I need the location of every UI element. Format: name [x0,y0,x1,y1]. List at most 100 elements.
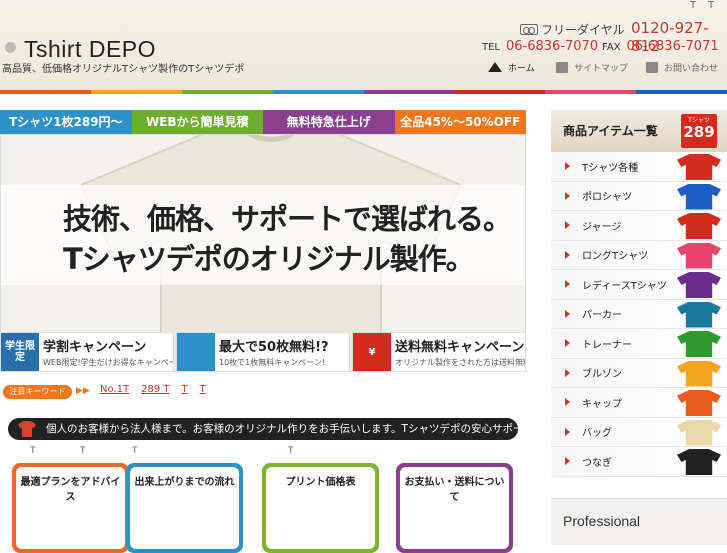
keyword-link[interactable]: No.1T [100,384,129,395]
sidebar-item[interactable]: レディースTシャツ [551,270,727,300]
site-logo[interactable]: Tshirt DEPO [24,36,156,63]
keyword-links: No.1T 289 T T T [100,384,206,395]
promo-title: 学割キャンペーン [43,340,147,355]
product-thumbnail-icon [677,154,721,180]
sitemap-icon [556,61,568,73]
support-card[interactable]: 最適プランをアドバイス [12,463,129,553]
site-tagline: 高品質、低価格オリジナルTシャツ製作のTシャツデポ [2,64,245,75]
sidebar-item[interactable]: Tシャツ各種 [551,152,727,182]
support-card-title: 出来上がりまでの流れ [134,477,235,488]
nav-contact-label: お問い合わせ [664,63,719,74]
banner-tab[interactable]: 全品45%〜50%OFF [394,110,526,134]
fax-info: FAX 06-6836-7071 [602,39,719,54]
top-mark: T [708,0,715,11]
banner-tab[interactable]: Tシャツ1枚289円〜 [0,110,132,134]
sidebar-item[interactable]: パーカー [551,299,727,329]
color-stripe [0,90,727,94]
support-card[interactable]: 出来上がりまでの流れ [126,463,243,553]
nav-home-label: ホーム [508,63,535,74]
sidebar-item[interactable]: トレーナー [551,329,727,359]
tel-number[interactable]: 06-6836-7070 [506,39,598,54]
keyword-button[interactable]: 注目キーワード [3,385,72,399]
keyword-link[interactable]: T [181,384,187,395]
nav-sitemap[interactable]: サイトマップ [556,59,628,75]
support-card-body: 最適プランをアドバイス [16,467,125,549]
keyword-link[interactable]: T [200,384,206,395]
sidebar-item[interactable]: バッグ [551,417,727,447]
nav-sitemap-label: サイトマップ [574,63,629,74]
stripe-segment [454,90,546,94]
sidebar-item[interactable]: ジャージ [551,211,727,241]
sidebar-item-label: レディースTシャツ [582,280,667,292]
promo-badge [177,333,215,371]
sidebar-item[interactable]: ポロシャツ [551,181,727,211]
mail-icon [646,61,658,73]
stripe-segment [272,90,364,94]
professional-section[interactable]: Professional [551,498,727,545]
stripe-segment [90,90,182,94]
site-header: T T Tshirt DEPO 高品質、低価格オリジナルTシャツ製作のTシャツデ… [0,0,727,92]
sidebar-heading-label: 商品アイテム一覧 [563,124,658,138]
nav-contact[interactable]: お問い合わせ [646,59,718,75]
support-bar-text: 個人のお客様から法人様まで。お客様のオリジナル作りをお手伝いします。Tシャツデポ… [46,423,534,435]
sidebar-item-label: ジャージ [582,221,622,233]
support-card-title: 最適プランをアドバイス [20,477,121,503]
small-mark: T [288,446,294,456]
banner-tab[interactable]: 無料特急仕上げ [263,110,395,134]
promo-title: 最大で50枚無料!? [219,340,329,355]
support-card-body: お支払い・送料について [400,467,509,549]
sidebar-item[interactable]: キャップ [551,388,727,418]
top-mark: T [690,0,697,11]
nav-home[interactable]: ホーム [488,59,535,75]
sidebar-item-label: ブルゾン [582,369,622,381]
small-mark: T [132,446,138,456]
product-thumbnail-icon [677,390,721,416]
banner-tab[interactable]: WEBから簡単見積 [131,110,263,134]
support-card[interactable]: お支払い・送料について [396,463,513,553]
sidebar-item-list: Tシャツ各種ポロシャツジャージロングTシャツレディースTシャツ パーカートレーナー… [551,152,727,477]
sidebar-item-label: トレーナー [582,339,632,351]
banner-tabs: Tシャツ1枚289円〜 WEBから簡単見積 無料特急仕上げ 全品45%〜50%OFF [0,110,526,134]
sidebar-item-label: つなぎ [582,457,612,469]
sidebar-item[interactable]: ロングTシャツ [551,240,727,270]
promo-card[interactable]: 学生限定 学割キャンペーン WEB限定!学生だけお得なキャンペーン! [0,332,174,372]
sidebar-item[interactable]: ブルゾン [551,358,727,388]
tel-label: TEL [482,42,500,53]
logo-icon [5,42,16,53]
keyword-link[interactable]: 289 T [141,384,169,395]
promo-row: 学生限定 学割キャンペーン WEB限定!学生だけお得なキャンペーン! 最大で50枚無料… [0,332,526,372]
fax-number: 06-6836-7071 [626,39,719,54]
support-card-title: プリント価格表 [285,477,356,488]
professional-label: Professional [563,513,641,529]
product-thumbnail-icon [677,449,721,475]
product-thumbnail-icon [677,183,721,210]
hero-subheadline: Tシャツデポのオリジナル製作。 [63,242,475,276]
sidebar-item[interactable]: つなぎ [551,447,727,477]
tel-info: TEL 06-6836-7070 [482,39,598,54]
freedial-icon [520,24,538,35]
stripe-segment [0,90,91,94]
stripe-segment [363,90,455,94]
product-thumbnail-icon [677,360,721,387]
product-thumbnail-icon [677,272,721,298]
promo-card[interactable]: ¥ 送料無料キャンペーン オリジナル製作をされた方は送料無料! [352,332,526,372]
promo-subtitle: 10枚で1枚無料キャンペーン! [219,358,326,367]
product-thumbnail-icon [677,213,721,239]
support-card-title: お支払い・送料について [404,477,505,503]
sidebar-item-label: パーカー [582,310,622,322]
product-thumbnail-icon [677,242,721,269]
stripe-segment [636,90,727,94]
support-card[interactable]: プリント価格表 [262,463,379,553]
product-thumbnail-icon [677,301,721,328]
keyword-arrow-icon: ▶▶ [76,386,90,396]
product-thumbnail-icon [677,331,721,357]
promo-card[interactable]: 最大で50枚無料!? 10枚で1枚無料キャンペーン! [176,332,350,372]
promo-subtitle: オリジナル製作をされた方は送料無料! [395,358,526,367]
sidebar-item-label: キャップ [582,398,622,410]
fax-label: FAX [602,42,621,53]
sidebar-item-label: Tシャツ各種 [582,162,639,174]
stripe-segment [545,90,637,94]
small-mark: T [80,446,86,456]
sidebar-item-label: バッグ [582,428,612,440]
price-badge[interactable]: Tシャツ 289 [681,114,717,148]
